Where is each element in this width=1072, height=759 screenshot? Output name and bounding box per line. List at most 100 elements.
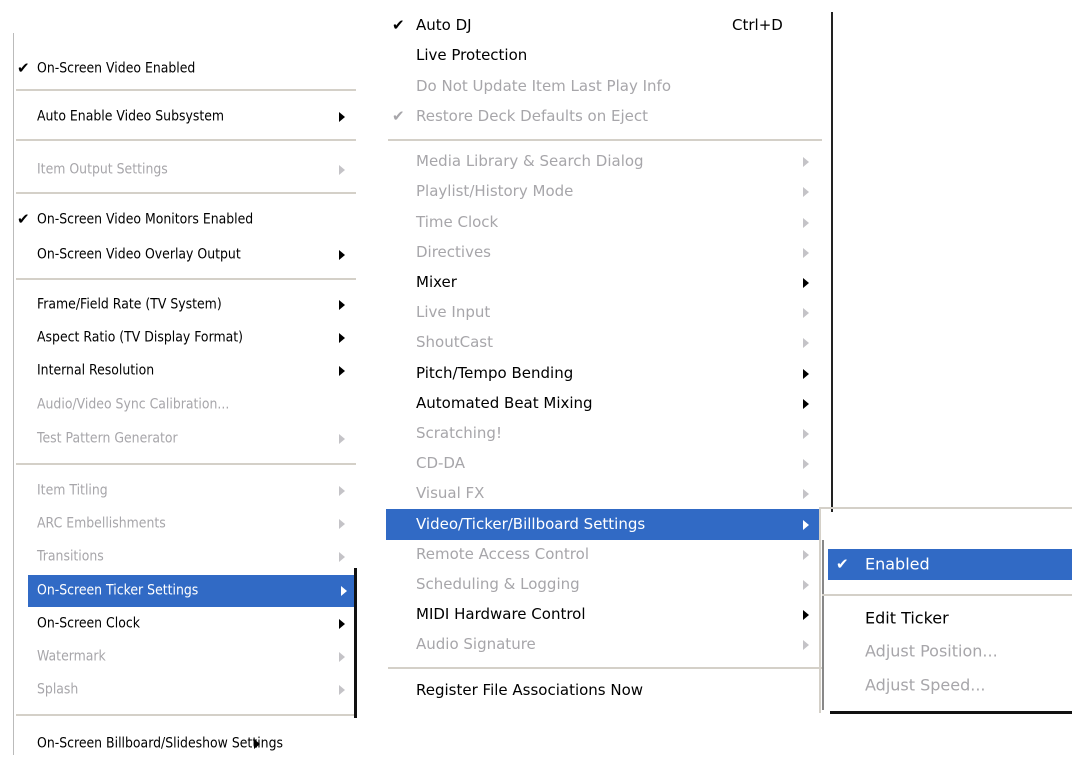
menu-item-label: Item Titling	[37, 482, 108, 499]
menu-item-audio-signature[interactable]: Audio Signature	[386, 630, 819, 660]
menu-item-visual-fx[interactable]: Visual FX	[386, 479, 819, 509]
menu-separator	[16, 463, 356, 465]
submenu-arrow-icon	[339, 519, 345, 529]
menu-item-label: ShoutCast	[416, 333, 493, 352]
menu-item-label: Playlist/History Mode	[416, 182, 574, 201]
submenu-arrow-icon	[339, 165, 345, 175]
submenu-arrow-icon	[339, 685, 345, 695]
check-icon: ✔	[17, 59, 30, 78]
menu-item-label: On-Screen Billboard/Slideshow Settings	[37, 735, 283, 752]
menu-item-remote-access-control[interactable]: Remote Access Control	[386, 540, 819, 570]
menu-item-watermark[interactable]: Watermark	[28, 642, 358, 672]
submenu-arrow-icon	[803, 429, 809, 439]
menu-item-edit-ticker[interactable]: Edit Ticker	[828, 604, 1072, 634]
menu-item-label: ARC Embellishments	[37, 515, 166, 532]
check-icon: ✔	[392, 16, 405, 35]
submenu-arrow-icon	[803, 519, 809, 530]
menu-item-frame-field-rate[interactable]: Frame/Field Rate (TV System)	[28, 290, 358, 320]
menu-item-do-not-update-last-play[interactable]: Do Not Update Item Last Play Info	[386, 72, 819, 102]
menu-separator	[388, 667, 822, 669]
menu-item-label: On-Screen Clock	[37, 615, 140, 632]
menu-item-adjust-position[interactable]: Adjust Position...	[828, 637, 1072, 667]
menu-item-label: Pitch/Tempo Bending	[416, 364, 574, 383]
menu-item-label: Do Not Update Item Last Play Info	[416, 77, 671, 96]
menu-item-on-screen-video-monitors-enabled[interactable]: ✔ On-Screen Video Monitors Enabled	[17, 205, 358, 235]
submenu-arrow-icon	[341, 586, 347, 596]
menu-item-label: CD-DA	[416, 454, 465, 473]
menu-item-label: MIDI Hardware Control	[416, 605, 586, 624]
menu-item-audio-video-sync-calibration[interactable]: Audio/Video Sync Calibration...	[28, 390, 358, 420]
menu-item-register-file-associations[interactable]: Register File Associations Now	[386, 676, 819, 706]
menu-item-directives[interactable]: Directives	[386, 238, 819, 268]
submenu-arrow-icon	[803, 399, 809, 409]
menu-separator	[16, 192, 356, 194]
menu-shadow-edge	[831, 12, 833, 512]
menu-item-label: Enabled	[865, 554, 930, 574]
menu-item-enabled[interactable]: ✔ Enabled	[828, 549, 1072, 580]
menu-item-internal-resolution[interactable]: Internal Resolution	[28, 356, 358, 386]
submenu-arrow-icon	[339, 652, 345, 662]
menu-item-scratching[interactable]: Scratching!	[386, 419, 819, 449]
submenu-arrow-icon	[803, 640, 809, 650]
submenu-shadow-edge	[830, 711, 1072, 714]
menu-item-auto-enable-video-subsystem[interactable]: Auto Enable Video Subsystem	[28, 102, 358, 132]
menu-item-playlist-history-mode[interactable]: Playlist/History Mode	[386, 177, 819, 207]
check-icon: ✔	[392, 107, 405, 126]
menu-item-live-protection[interactable]: Live Protection	[386, 41, 819, 71]
menu-item-on-screen-ticker-settings[interactable]: On-Screen Ticker Settings	[28, 575, 356, 607]
menu-item-video-ticker-billboard-settings[interactable]: Video/Ticker/Billboard Settings	[386, 509, 819, 540]
menu-item-label: Visual FX	[416, 484, 485, 503]
menu-item-label: Audio/Video Sync Calibration...	[37, 396, 230, 413]
menu-item-label: Directives	[416, 243, 491, 262]
submenu-arrow-icon	[803, 278, 809, 288]
menu-item-label: On-Screen Video Monitors Enabled	[37, 211, 254, 228]
menu-item-label: Remote Access Control	[416, 545, 589, 564]
menu-item-on-screen-video-overlay-output[interactable]: On-Screen Video Overlay Output	[28, 240, 358, 270]
menu-item-label: Item Output Settings	[37, 161, 168, 178]
menu-item-label: Live Protection	[416, 46, 528, 65]
menu-item-cd-da[interactable]: CD-DA	[386, 449, 819, 479]
menu-separator	[16, 139, 356, 141]
menu-separator	[16, 89, 356, 91]
menu-item-shoutcast[interactable]: ShoutCast	[386, 328, 819, 358]
menu-item-test-pattern-generator[interactable]: Test Pattern Generator	[28, 424, 358, 454]
menu-item-label: Edit Ticker	[865, 608, 949, 628]
menu-item-scheduling-logging[interactable]: Scheduling & Logging	[386, 570, 819, 600]
submenu-arrow-icon	[339, 619, 345, 629]
menu-item-label: Adjust Speed...	[865, 675, 986, 695]
menu-item-transitions[interactable]: Transitions	[28, 542, 358, 572]
menu-item-label: Scheduling & Logging	[416, 575, 580, 594]
submenu-arrow-icon	[339, 552, 345, 562]
menu-item-splash[interactable]: Splash	[28, 675, 358, 705]
menu-shadow-edge	[822, 540, 824, 710]
menu-item-adjust-speed[interactable]: Adjust Speed...	[828, 671, 1072, 701]
menu-item-media-library-search[interactable]: Media Library & Search Dialog	[386, 147, 819, 177]
menu-item-label: Scratching!	[416, 424, 502, 443]
menu-item-label: Video/Ticker/Billboard Settings	[416, 514, 646, 533]
menu-item-midi-hardware-control[interactable]: MIDI Hardware Control	[386, 600, 819, 630]
menu-item-item-titling[interactable]: Item Titling	[28, 476, 358, 506]
menu-item-arc-embellishments[interactable]: ARC Embellishments	[28, 509, 358, 539]
menu-item-time-clock[interactable]: Time Clock	[386, 208, 819, 238]
menu-item-label: Transitions	[37, 548, 104, 565]
menu-item-on-screen-clock[interactable]: On-Screen Clock	[28, 609, 358, 639]
check-icon: ✔	[836, 554, 849, 573]
menu-left-edge	[13, 33, 14, 755]
submenu-arrow-icon	[803, 157, 809, 167]
menu-item-mixer[interactable]: Mixer	[386, 268, 819, 298]
menu-item-auto-dj[interactable]: ✔ Auto DJ Ctrl+D	[386, 11, 819, 41]
menu-item-item-output-settings[interactable]: Item Output Settings	[28, 155, 358, 185]
menu-separator	[16, 278, 356, 280]
menu-item-on-screen-video-enabled[interactable]: ✔ On-Screen Video Enabled	[17, 54, 358, 84]
menu-item-label: On-Screen Video Overlay Output	[37, 246, 241, 263]
menu-item-aspect-ratio[interactable]: Aspect Ratio (TV Display Format)	[28, 323, 358, 353]
submenu-arrow-icon	[339, 112, 345, 122]
menu-item-pitch-tempo-bending[interactable]: Pitch/Tempo Bending	[386, 359, 819, 389]
menu-item-label: Adjust Position...	[865, 641, 998, 661]
menu-item-label: Restore Deck Defaults on Eject	[416, 107, 649, 126]
menu-item-label: Internal Resolution	[37, 362, 155, 379]
menu-item-live-input[interactable]: Live Input	[386, 298, 819, 328]
menu-item-restore-deck-defaults[interactable]: ✔ Restore Deck Defaults on Eject	[386, 102, 819, 132]
menu-item-label: Splash	[37, 681, 79, 698]
menu-item-automated-beat-mixing[interactable]: Automated Beat Mixing	[386, 389, 819, 419]
